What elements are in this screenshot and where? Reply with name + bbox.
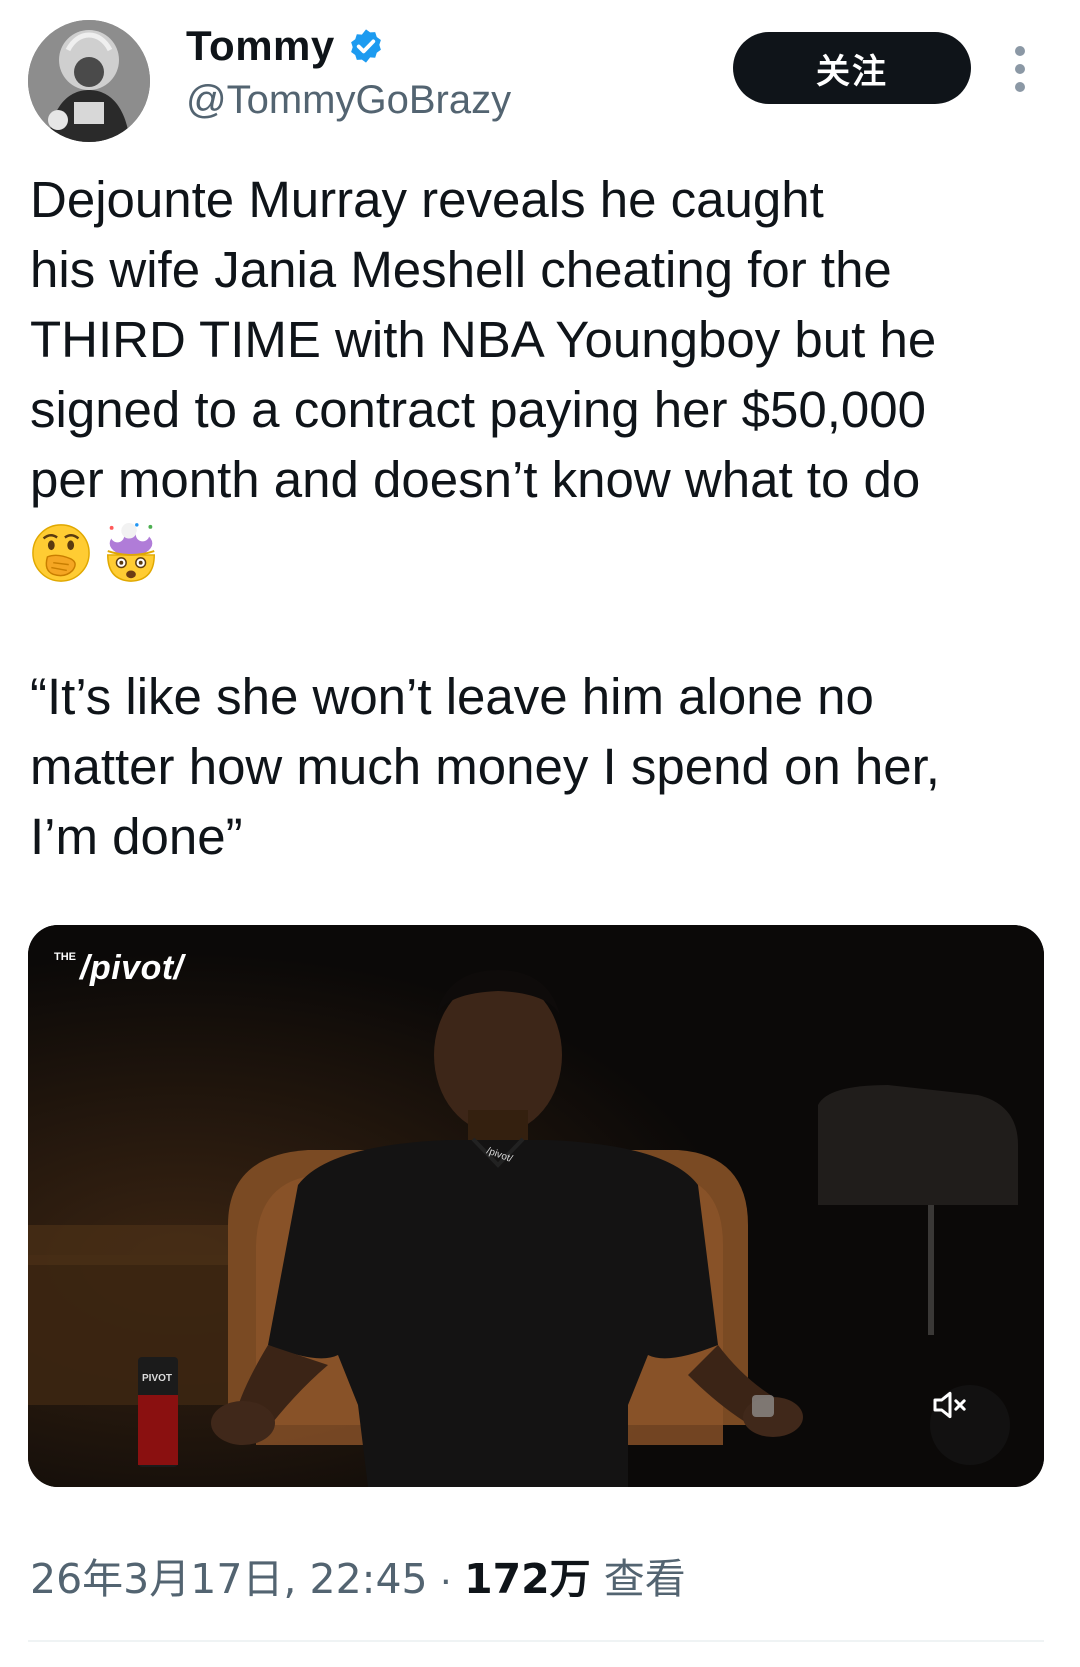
avatar-photo — [28, 20, 150, 142]
emoji-row — [30, 522, 162, 590]
meta-separator: · — [427, 1556, 465, 1602]
watermark-brand: /pivot/ — [80, 949, 184, 987]
more-vertical-icon[interactable] — [1010, 46, 1030, 92]
follow-button[interactable]: 关注 — [733, 32, 971, 104]
face-with-hand-over-mouth-emoji — [32, 524, 90, 582]
tweet-quote-text: “It’s like she won’t leave him alone no … — [30, 668, 940, 865]
exploding-head-emoji — [107, 522, 155, 582]
views-label: 查看 — [590, 1555, 686, 1603]
video-frame: /pivot/ PIVOT — [28, 925, 1044, 1487]
avatar[interactable] — [28, 20, 150, 142]
tweet-header: Tommy @TommyGoBrazy 关注 — [0, 0, 1080, 150]
tweet-meta: 26年3月17日, 22:45 · 172万 查看 — [30, 1545, 686, 1605]
author-name-row: Tommy — [186, 22, 385, 70]
watermark-the: THE — [54, 951, 76, 963]
more-dot — [1015, 82, 1025, 92]
verified-badge-icon — [350, 29, 381, 63]
mute-button[interactable] — [930, 1385, 1010, 1465]
muted-speaker-icon — [933, 1391, 966, 1419]
can-label: PIVOT — [142, 1373, 172, 1384]
tweet-text: Dejounte Murray reveals he caught his wi… — [30, 171, 937, 508]
video-watermark: THE /pivot/ — [54, 949, 184, 988]
author-display-name[interactable]: Tommy — [186, 22, 335, 70]
more-dot — [1015, 46, 1025, 56]
author-handle[interactable]: @TommyGoBrazy — [186, 78, 511, 123]
tweet-timestamp[interactable]: 26年3月17日, 22:45 — [30, 1545, 428, 1605]
divider — [28, 1640, 1044, 1642]
more-dot — [1015, 64, 1025, 74]
video-player[interactable]: /pivot/ PIVOT THE /pivot/ — [28, 925, 1044, 1487]
view-count: 172万 — [464, 1555, 591, 1603]
